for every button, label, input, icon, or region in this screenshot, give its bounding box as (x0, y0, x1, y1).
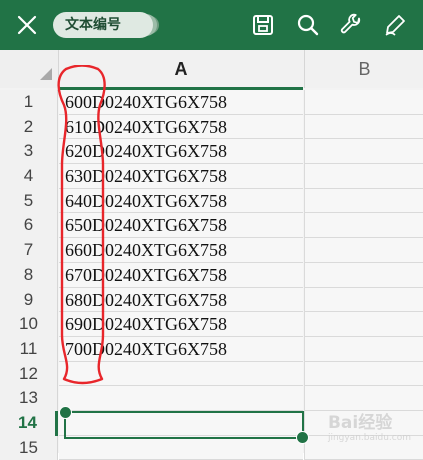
watermark-url: jingyan.baidu.com (327, 433, 411, 443)
row-number[interactable]: 13 (0, 386, 58, 411)
selection-handle-bottom-right[interactable] (296, 431, 309, 444)
cell-b[interactable] (304, 336, 423, 362)
search-icon[interactable] (291, 8, 325, 42)
row-number[interactable]: 14 (0, 410, 58, 436)
cell-b[interactable] (304, 213, 423, 239)
cell-format-label: 文本编号 (65, 17, 121, 33)
cell-b[interactable] (304, 164, 423, 189)
save-icon[interactable] (246, 8, 280, 42)
cell-b[interactable] (304, 262, 423, 288)
cell-a[interactable] (59, 435, 303, 460)
selected-cell-a14[interactable] (59, 406, 309, 444)
cell-b[interactable] (304, 90, 423, 115)
cell-format-pill[interactable]: 文本编号 (53, 12, 153, 38)
watermark-brand: Bai经验 (327, 413, 393, 433)
cell-b[interactable] (304, 139, 423, 165)
baidu-watermark: Bai经验 jingyan.baidu.com (328, 408, 411, 443)
pen-icon[interactable] (378, 8, 412, 42)
red-bracket-annotation (57, 65, 106, 385)
top-toolbar: 文本编号 (0, 0, 423, 50)
cell-b[interactable] (304, 287, 423, 313)
cell-a[interactable] (59, 386, 303, 411)
cell-b[interactable] (304, 361, 423, 387)
row-number[interactable]: 15 (0, 435, 58, 460)
cell-b[interactable] (304, 188, 423, 214)
cell-b[interactable] (304, 114, 423, 140)
cell-b[interactable] (304, 312, 423, 337)
cell-b[interactable] (304, 238, 423, 263)
wrench-icon[interactable] (334, 8, 368, 42)
close-icon[interactable] (10, 8, 44, 42)
selection-handle-top-left[interactable] (59, 406, 72, 419)
column-header-b[interactable]: B (304, 50, 423, 88)
